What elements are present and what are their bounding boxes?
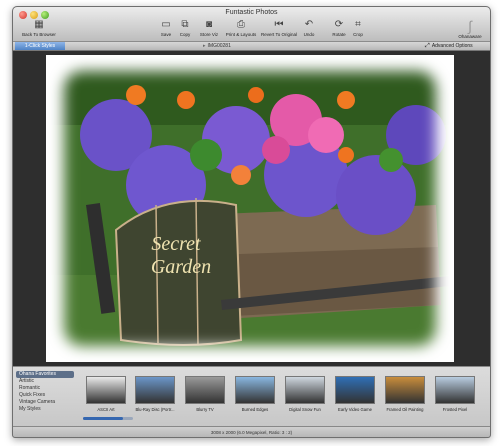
ohanaware-logo: ∫ Ohanaware <box>453 19 487 39</box>
thumbnail-image <box>185 376 225 404</box>
advanced-options-button[interactable]: ⤢ Advanced Options <box>425 42 487 50</box>
style-thumbnail[interactable]: ASCII Art <box>86 376 126 412</box>
ohanaware-icon: ∫ <box>468 18 472 34</box>
toolbar: Funtastic Photos ▦ Back To Browser ▭ Sav… <box>13 7 490 42</box>
photo-name-label: IMG00281 <box>207 43 231 49</box>
style-thumbnail-label: ASCII Art <box>97 407 115 412</box>
category-item[interactable]: Vintage Camera <box>16 399 74 406</box>
photo-image: Secret Garden <box>46 55 454 362</box>
style-thumbnail[interactable]: Digital Snow Fun <box>285 376 325 412</box>
photo[interactable]: Secret Garden <box>46 55 454 362</box>
photo-canvas: Secret Garden <box>13 51 490 366</box>
crop-label: Crop <box>353 32 363 37</box>
scrollbar-thumb[interactable] <box>83 417 123 420</box>
style-category-list: Ohana Favorites Artistic Romantic Quick … <box>16 371 74 413</box>
style-thumbnail-label: Burned Edges <box>241 407 269 412</box>
sub-toolbar: 1-Click Styles ▸ IMG00281 ⤢ Advanced Optio… <box>13 42 490 51</box>
expand-icon: ⤢ <box>425 43 430 49</box>
style-thumbnail[interactable]: Burned Edges <box>235 376 275 412</box>
rotate-button[interactable]: ⟳ Rotate <box>329 19 349 37</box>
rotate-label: Rotate <box>332 32 346 37</box>
one-click-styles-button[interactable]: 1-Click Styles <box>15 42 65 50</box>
store-viz-label: Store Viz <box>199 32 219 37</box>
back-to-browser-label: Back To Browser <box>22 32 56 37</box>
sign-text-line2: Garden <box>151 256 211 278</box>
ohanaware-label: Ohanaware <box>458 34 482 39</box>
save-label: Save <box>160 32 172 37</box>
style-thumbnail-label: Digital Snow Fun <box>289 407 321 412</box>
document-icon: ▭ <box>161 19 171 30</box>
pin-icon: ▸ <box>203 43 206 49</box>
thumbnail-image <box>135 376 175 404</box>
status-bar: 3008 x 2000 (6.0 Megapixel, Ratio: 3 : 2… <box>13 426 490 437</box>
thumbnail-image <box>235 376 275 404</box>
category-item[interactable]: Romantic <box>16 385 74 392</box>
thumbnail-image <box>385 376 425 404</box>
app-window: Funtastic Photos ▦ Back To Browser ▭ Sav… <box>12 6 491 438</box>
crop-icon: ⌗ <box>355 19 361 30</box>
style-thumbnail-label: Frosted Pixel <box>442 407 468 412</box>
category-item[interactable]: Artistic <box>16 378 74 385</box>
copy-button[interactable]: ⧉ Copy <box>176 19 194 37</box>
styles-panel: Ohana Favorites Artistic Romantic Quick … <box>13 366 490 427</box>
style-thumbnail-label: Blu-Ray Disc (Portr... <box>135 407 175 412</box>
crop-button[interactable]: ⌗ Crop <box>349 19 367 37</box>
grid-icon: ▦ <box>34 19 44 30</box>
style-thumbnail-label: Early Video Game <box>338 407 372 412</box>
sign-text-line1: Secret <box>151 233 201 255</box>
copy-label: Copy <box>179 32 191 37</box>
styles-scrollbar[interactable] <box>83 417 133 420</box>
style-thumbnail-label: Framed Oil Painting <box>386 407 424 412</box>
revert-to-original-button[interactable]: ⏮ Revert To Original <box>259 19 299 37</box>
style-thumbnail[interactable]: Early Video Game <box>335 376 375 412</box>
copy-icon: ⧉ <box>181 19 189 30</box>
save-button[interactable]: ▭ Save <box>157 19 175 37</box>
style-thumbnail-label: Blurry TV <box>196 407 214 412</box>
print-layouts-label: Print & Layouts <box>225 32 257 37</box>
style-thumbnail[interactable]: Blurry TV <box>185 376 225 412</box>
rotate-icon: ⟳ <box>334 19 344 30</box>
advanced-options-label: Advanced Options <box>431 43 473 49</box>
category-item[interactable]: My Styles <box>16 406 74 413</box>
thumbnail-image <box>335 376 375 404</box>
thumbnail-image <box>285 376 325 404</box>
print-layouts-button[interactable]: ⎙ Print & Layouts <box>225 19 257 37</box>
thumbnail-image <box>435 376 475 404</box>
category-item[interactable]: Ohana Favorites <box>16 371 74 378</box>
undo-label: Undo <box>303 32 315 37</box>
style-thumbnail[interactable]: Framed Oil Painting <box>385 376 425 412</box>
store-viz-button[interactable]: ◙ Store Viz <box>196 19 222 37</box>
rewind-icon: ⏮ <box>274 19 284 30</box>
back-to-browser-button[interactable]: ▦ Back To Browser <box>19 19 59 37</box>
printer-icon: ⎙ <box>237 19 245 30</box>
store-icon: ◙ <box>205 19 213 30</box>
undo-button[interactable]: ↶ Undo <box>299 19 319 37</box>
thumbnail-image <box>86 376 126 404</box>
style-thumbnail[interactable]: Blu-Ray Disc (Portr... <box>135 376 175 412</box>
window-title: Funtastic Photos <box>225 9 278 16</box>
photo-name: ▸ IMG00281 <box>203 42 231 50</box>
style-thumbnail[interactable]: Frosted Pixel <box>435 376 475 412</box>
category-item[interactable]: Quick Fixes <box>16 392 74 399</box>
revert-label: Revert To Original <box>261 32 297 37</box>
undo-icon: ↶ <box>304 19 314 30</box>
